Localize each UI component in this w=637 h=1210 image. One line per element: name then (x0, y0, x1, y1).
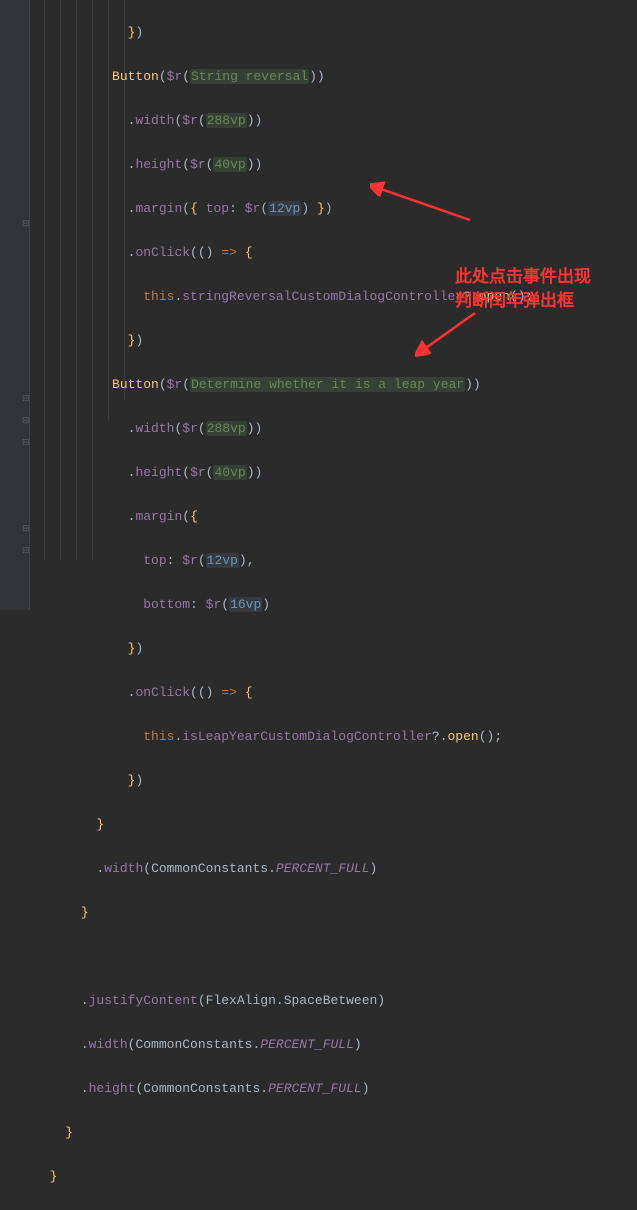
code-line: Button($r(Determine whether it is a leap… (34, 374, 533, 396)
fold-marker[interactable]: ⊟ (22, 219, 28, 225)
code-line: .onClick(() => { (34, 682, 533, 704)
fold-marker[interactable]: ⊟ (22, 394, 28, 400)
code-line: }) (34, 770, 533, 792)
code-line: .width(CommonConstants.PERCENT_FULL) (34, 1034, 533, 1056)
code-line: .width($r(288vp)) (34, 110, 533, 132)
code-line: .height($r(40vp)) (34, 462, 533, 484)
code-line (34, 946, 533, 968)
code-line: Button($r(String reversal)) (34, 66, 533, 88)
code-line: .height(CommonConstants.PERCENT_FULL) (34, 1078, 533, 1100)
fold-marker[interactable]: ⊟ (22, 416, 28, 422)
fold-marker[interactable]: ⊟ (22, 438, 28, 444)
code-line: bottom: $r(16vp) (34, 594, 533, 616)
code-line: }) (34, 638, 533, 660)
code-line: } (34, 1166, 533, 1188)
annotation-line: 判断闰年弹出框 (455, 289, 591, 313)
annotation-arrow-1 (370, 180, 480, 225)
editor-gutter: ⊟ ⊟ ⊟ ⊟ ⊟ ⊟ (0, 0, 30, 610)
code-line: } (34, 814, 533, 836)
code-line: top: $r(12vp), (34, 550, 533, 572)
code-line: } (34, 902, 533, 924)
code-line: .onClick(() => { (34, 242, 533, 264)
annotation-line: 此处点击事件出现 (455, 265, 591, 289)
code-line: .justifyContent(FlexAlign.SpaceBetween) (34, 990, 533, 1012)
code-line: this.isLeapYearCustomDialogController?.o… (34, 726, 533, 748)
code-line: } (34, 1122, 533, 1144)
code-line: }) (34, 22, 533, 44)
annotation-arrow-2 (415, 308, 485, 358)
code-line: .width($r(288vp)) (34, 418, 533, 440)
fold-marker[interactable]: ⊟ (22, 546, 28, 552)
fold-marker[interactable]: ⊟ (22, 524, 28, 530)
code-line: .margin({ (34, 506, 533, 528)
code-line: .width(CommonConstants.PERCENT_FULL) (34, 858, 533, 880)
code-line: .height($r(40vp)) (34, 154, 533, 176)
annotation-text: 此处点击事件出现 判断闰年弹出框 (455, 265, 591, 313)
